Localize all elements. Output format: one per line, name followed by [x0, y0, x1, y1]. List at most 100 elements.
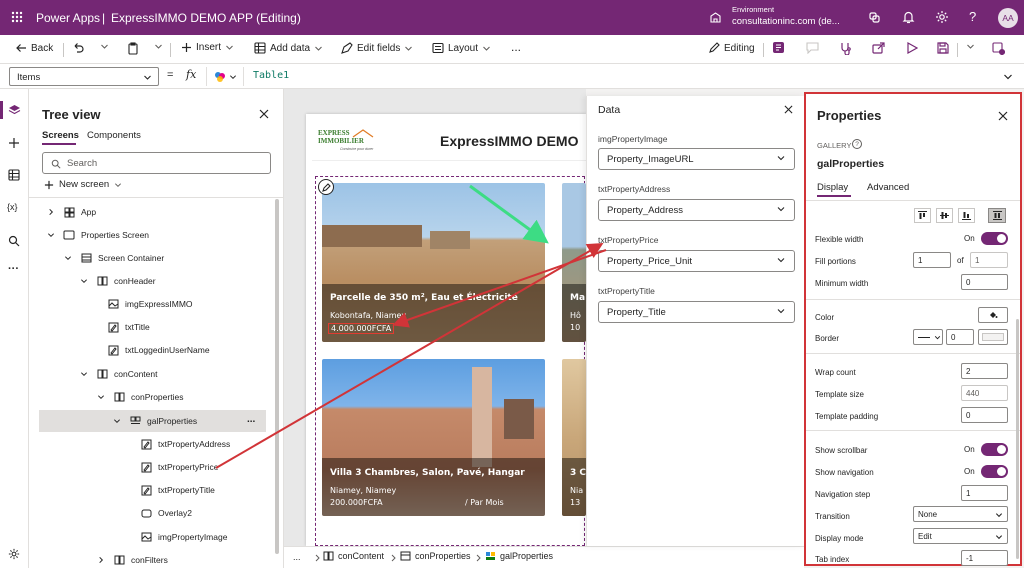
save-icon[interactable] — [937, 42, 949, 54]
gallery-card[interactable]: Villa 3 Chambres, Salon, Pavé, Hangar Ni… — [322, 359, 545, 516]
copilot-icon[interactable] — [868, 11, 881, 24]
new-screen-button[interactable]: New screen — [44, 179, 122, 190]
settings-icon[interactable] — [935, 10, 949, 24]
layout-button[interactable]: Layout — [432, 42, 491, 54]
align-top-button[interactable] — [914, 208, 931, 223]
app-header[interactable]: EXPRESS IMMOBILIER Construire pour durer… — [312, 123, 586, 161]
variables-icon[interactable]: {x} — [7, 202, 18, 212]
field-dropdown-txtpropertyprice[interactable]: Property_Price_Unit — [598, 250, 795, 272]
field-dropdown-imgpropertyimage[interactable]: Property_ImageURL — [598, 148, 795, 170]
close-icon[interactable] — [998, 111, 1008, 121]
tree-node-txtloggedinusername[interactable]: txtLoggedinUserName — [107, 339, 210, 361]
edit-fields-button[interactable]: Edit fields — [341, 42, 413, 54]
card-address[interactable]: Niamey, Niamey — [330, 486, 396, 495]
show-navigation-toggle[interactable] — [981, 465, 1008, 478]
card-address[interactable]: Nia — [570, 486, 583, 495]
min-width-input[interactable]: 0 — [961, 274, 1008, 290]
share-icon[interactable] — [872, 42, 885, 54]
breadcrumb-item-conproperties[interactable]: conProperties — [400, 551, 471, 561]
card-price[interactable]: 200.000FCFA — [330, 498, 383, 507]
more-commands-button[interactable]: ... — [511, 40, 521, 54]
app-launcher-icon[interactable] — [11, 11, 23, 23]
align-stretch-button[interactable] — [988, 208, 1006, 223]
breadcrumb-item-galproperties[interactable]: galProperties — [485, 551, 553, 561]
save-chevron-icon[interactable] — [966, 42, 975, 51]
formula-input[interactable]: Table1 — [253, 70, 289, 81]
tab-advanced[interactable]: Advanced — [867, 182, 909, 193]
color-picker-button[interactable] — [978, 307, 1008, 323]
tree-node-txttitle[interactable]: txtTitle — [107, 316, 150, 338]
tree-view-rail-button[interactable] — [0, 101, 3, 119]
template-padding-input[interactable]: 0 — [961, 407, 1008, 423]
tree-node-txtpropertyaddress[interactable]: txtPropertyAddress — [140, 433, 230, 455]
tree-node-app[interactable]: App — [45, 201, 96, 223]
gallery-edit-icon[interactable] — [318, 179, 334, 195]
card-title[interactable]: 3 C — [570, 468, 586, 478]
comments-icon[interactable] — [806, 42, 819, 54]
align-middle-button[interactable] — [936, 208, 953, 223]
gallery-card[interactable]: Parcelle de 350 m², Eau et Électricité K… — [322, 183, 545, 342]
tree-scrollbar[interactable] — [275, 199, 279, 554]
tree-node-confilters[interactable]: conFilters — [95, 549, 168, 568]
back-button[interactable]: Back — [15, 42, 53, 54]
copilot-formula-button[interactable] — [206, 67, 244, 86]
tree-node-galproperties[interactable]: galProperties — [111, 410, 197, 432]
align-bottom-button[interactable] — [958, 208, 975, 223]
properties-scrollbar[interactable] — [1016, 319, 1019, 559]
help-icon[interactable]: ? — [969, 9, 976, 24]
tree-node-txtpropertytitle[interactable]: txtPropertyTitle — [140, 479, 215, 501]
play-icon[interactable] — [906, 42, 918, 54]
data-table-icon[interactable] — [8, 169, 20, 181]
tab-display[interactable]: Display — [817, 182, 848, 193]
gallery-card[interactable]: 3 C Nia 13 — [562, 359, 586, 516]
layers-icon[interactable] — [8, 104, 21, 117]
search-icon[interactable] — [8, 235, 20, 247]
undo-icon[interactable] — [72, 42, 84, 54]
card-title[interactable]: Villa 3 Chambres, Salon, Pavé, Hangar — [330, 468, 525, 478]
editing-button[interactable]: Editing — [708, 42, 755, 54]
close-icon[interactable] — [784, 105, 793, 114]
fill-portions-input[interactable]: 1 — [913, 252, 951, 268]
paste-icon[interactable] — [127, 42, 139, 55]
app-screen[interactable]: EXPRESS IMMOBILIER Construire pour durer… — [306, 114, 586, 546]
card-title[interactable]: Ma — [570, 293, 585, 303]
template-size-input[interactable]: 440 — [961, 385, 1008, 401]
gallery-card[interactable]: Ma Hô 10 — [562, 183, 586, 342]
field-dropdown-txtpropertyaddress[interactable]: Property_Address — [598, 199, 795, 221]
app-checker-icon[interactable] — [772, 41, 785, 54]
border-style-dropdown[interactable] — [913, 329, 943, 345]
tree-node-concontent[interactable]: conContent — [78, 363, 157, 385]
border-width-input[interactable]: 0 — [946, 329, 974, 345]
card-price[interactable]: 13 — [570, 498, 580, 507]
avatar[interactable]: AA — [998, 8, 1018, 28]
tree-node-imgpropertyimage[interactable]: imgPropertyImage — [140, 526, 227, 548]
tree-node-screen-container[interactable]: Screen Container — [62, 247, 164, 269]
more-icon[interactable]: ··· — [8, 263, 19, 275]
expand-formula-icon[interactable] — [1003, 72, 1013, 82]
field-dropdown-txtpropertytitle[interactable]: Property_Title — [598, 301, 795, 323]
card-title[interactable]: Parcelle de 350 m², Eau et Électricité — [330, 293, 518, 303]
tree-node-overlay2[interactable]: Overlay2 — [140, 502, 192, 524]
node-more-button[interactable]: ... — [247, 414, 255, 425]
display-mode-dropdown[interactable]: Edit — [913, 528, 1008, 544]
wrap-count-input[interactable]: 2 — [961, 363, 1008, 379]
tree-node-conheader[interactable]: conHeader — [78, 270, 156, 292]
breadcrumb-item-concontent[interactable]: conContent — [323, 551, 384, 561]
insert-button[interactable]: Insert — [181, 42, 234, 53]
tree-node-conproperties[interactable]: conProperties — [95, 386, 183, 408]
gallery-selection[interactable]: Parcelle de 350 m², Eau et Électricité K… — [315, 176, 586, 546]
tab-components[interactable]: Components — [87, 130, 141, 141]
flexible-width-toggle[interactable] — [981, 232, 1008, 245]
breadcrumb-more[interactable]: ... — [293, 552, 301, 562]
tab-index-input[interactable]: -1 — [961, 550, 1008, 566]
card-address[interactable]: Kobontafa, Niamey — [330, 311, 406, 320]
close-icon[interactable] — [259, 109, 269, 119]
paste-chevron-icon[interactable] — [154, 42, 163, 51]
settings-icon[interactable] — [8, 548, 20, 560]
card-price[interactable]: 10 — [570, 323, 580, 332]
insert-plus-icon[interactable] — [8, 137, 20, 149]
environment-value[interactable]: consultationinc.com (de... — [732, 16, 840, 27]
health-icon[interactable] — [839, 42, 852, 55]
tree-node-txtpropertyprice[interactable]: txtPropertyPrice — [140, 456, 218, 478]
info-icon[interactable]: ? — [852, 139, 862, 149]
